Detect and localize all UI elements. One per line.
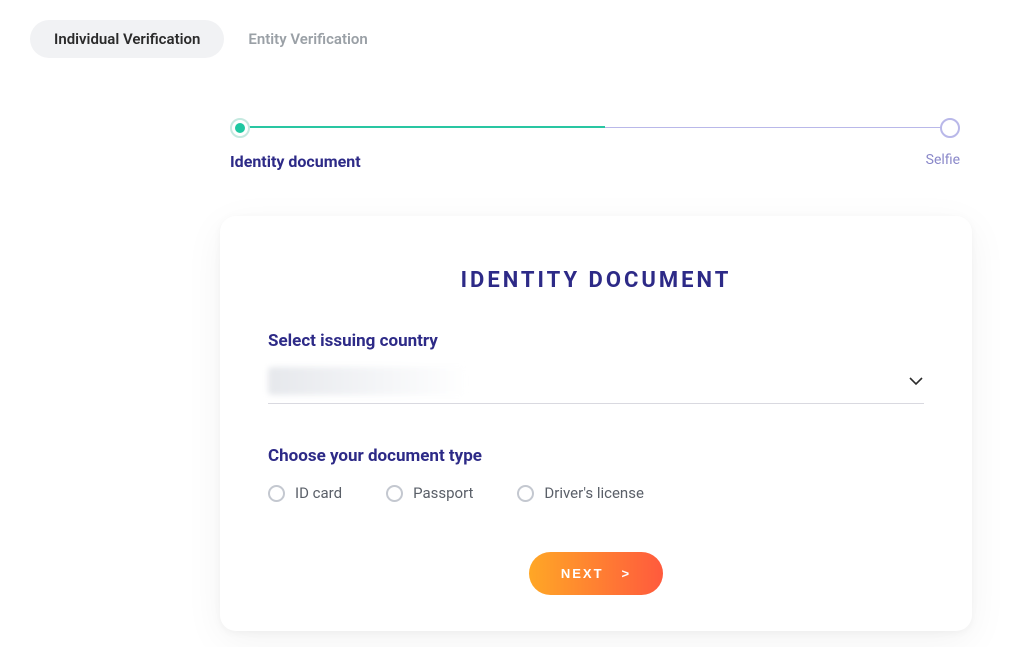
next-button[interactable]: NEXT >	[529, 552, 663, 595]
step-label-identity-document: Identity document	[230, 152, 361, 171]
radio-label: Driver's license	[544, 484, 643, 502]
card-title: IDENTITY DOCUMENT	[268, 268, 924, 293]
country-section-label: Select issuing country	[268, 331, 924, 351]
step-label-selfie: Selfie	[926, 152, 960, 171]
radio-passport[interactable]: Passport	[386, 484, 473, 502]
country-select-value	[268, 367, 468, 395]
radio-icon	[517, 485, 534, 502]
country-select[interactable]	[268, 367, 924, 404]
stepper-progress	[240, 126, 605, 128]
step-node-selfie[interactable]	[940, 118, 960, 138]
radio-id-card[interactable]: ID card	[268, 484, 342, 502]
doc-type-section-label: Choose your document type	[268, 446, 924, 466]
step-node-identity-document[interactable]	[230, 118, 250, 138]
chevron-down-icon	[908, 373, 924, 389]
chevron-right-icon: >	[622, 566, 632, 581]
progress-stepper: Identity document Selfie	[230, 118, 960, 171]
radio-icon	[268, 485, 285, 502]
radio-drivers-license[interactable]: Driver's license	[517, 484, 643, 502]
radio-icon	[386, 485, 403, 502]
tab-individual-verification[interactable]: Individual Verification	[30, 20, 224, 58]
tab-entity-verification[interactable]: Entity Verification	[224, 20, 391, 58]
identity-document-card: IDENTITY DOCUMENT Select issuing country…	[220, 216, 972, 631]
radio-label: Passport	[413, 484, 473, 502]
doc-type-radio-group: ID card Passport Driver's license	[268, 484, 924, 502]
verification-tabs: Individual Verification Entity Verificat…	[30, 20, 994, 58]
radio-label: ID card	[295, 484, 342, 502]
next-button-label: NEXT	[561, 566, 604, 581]
